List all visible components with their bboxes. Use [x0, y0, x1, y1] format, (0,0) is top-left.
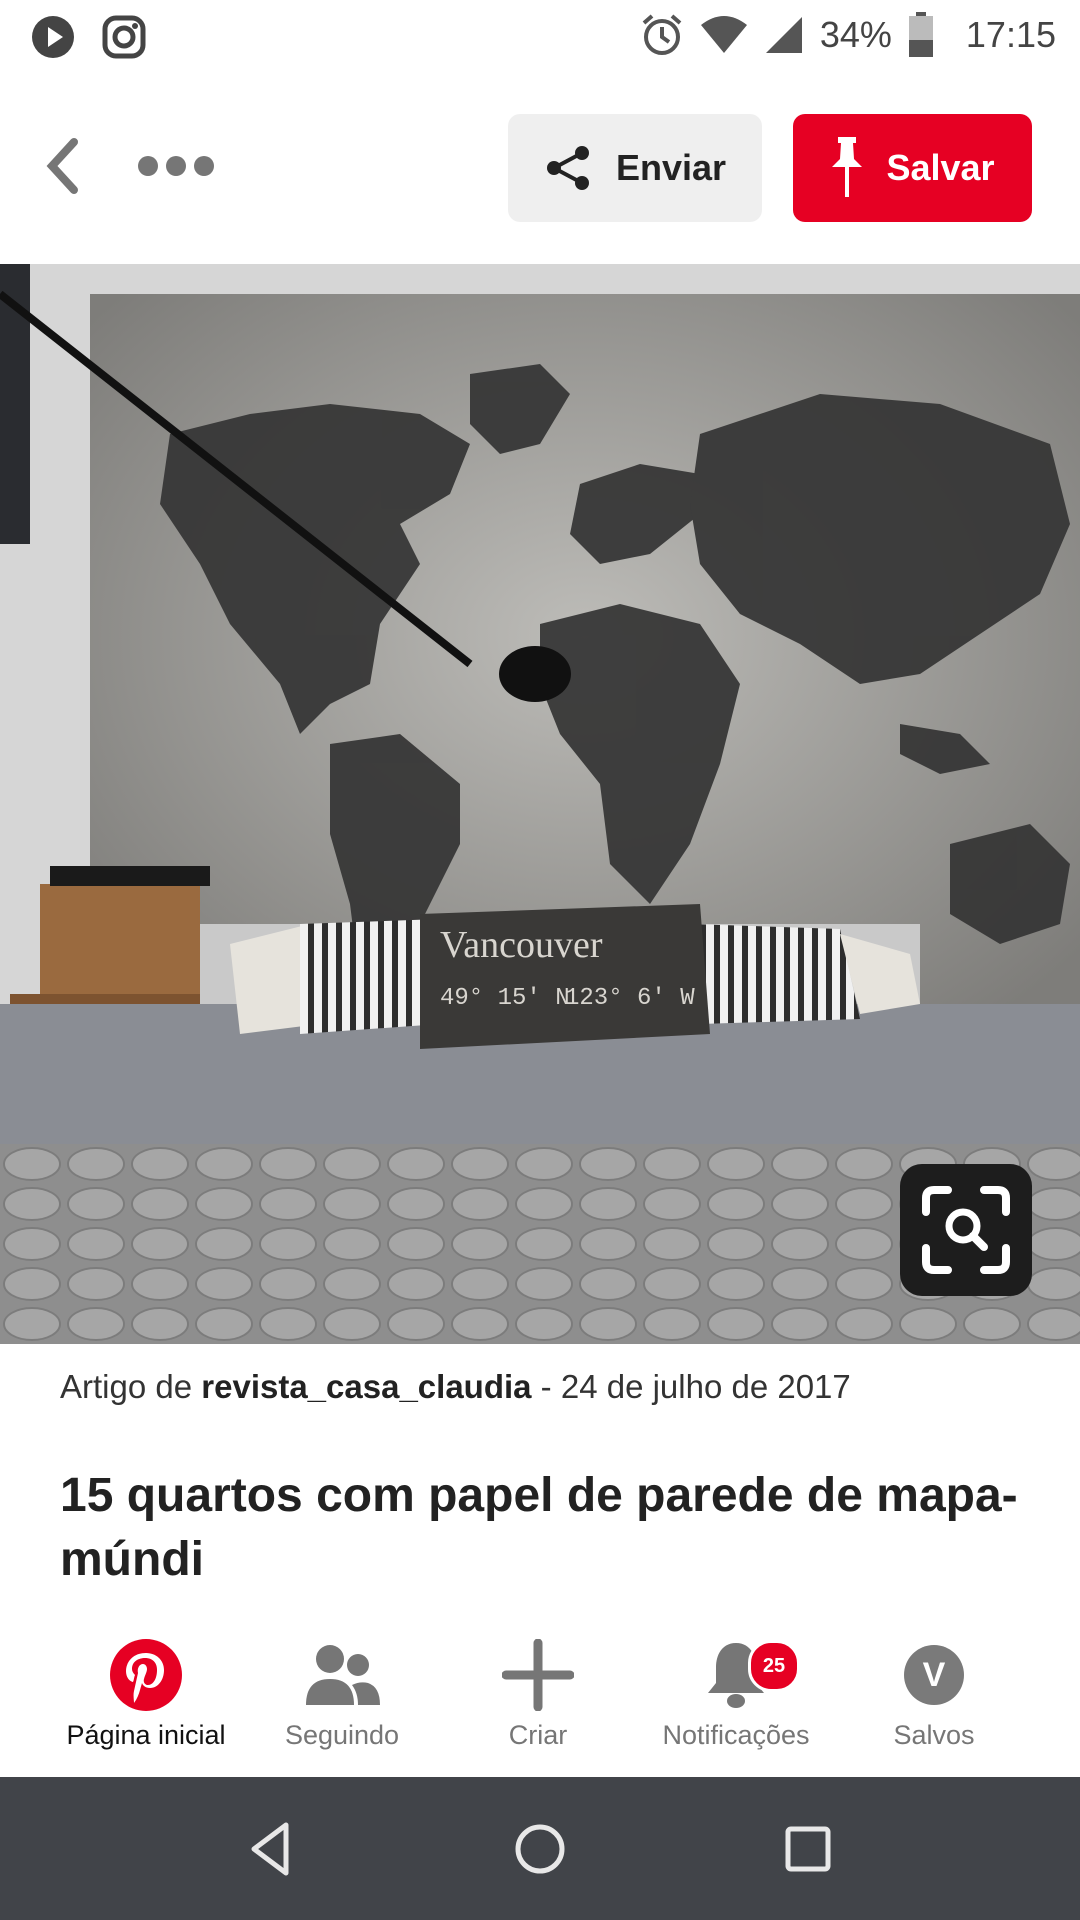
nav-home-label: Página inicial	[66, 1720, 226, 1750]
pillow-text-vancouver: Vancouver	[440, 924, 603, 966]
back-button[interactable]	[40, 136, 90, 196]
wifi-icon	[700, 15, 748, 55]
android-nav-bar	[0, 1777, 1080, 1920]
bottom-nav: Página inicial Seguindo Criar 25 Notific…	[0, 1610, 1080, 1777]
nav-saved-label: Salvos	[893, 1720, 975, 1750]
android-home-button[interactable]	[508, 1817, 572, 1881]
save-button[interactable]: Salvar	[793, 114, 1032, 222]
android-back-button[interactable]	[240, 1817, 304, 1881]
more-icon	[138, 156, 214, 176]
pillow-text-lat: 49° 15′ N	[440, 985, 570, 1012]
lens-search-icon	[922, 1186, 1010, 1274]
battery-percent: 34%	[819, 14, 892, 55]
triangle-back-icon	[251, 1822, 289, 1876]
play-icon	[30, 14, 76, 60]
nav-saved[interactable]: V Salvos	[834, 1630, 1034, 1751]
alarm-icon	[640, 13, 684, 57]
nav-create-label: Criar	[508, 1720, 568, 1750]
android-recents-button[interactable]	[776, 1817, 840, 1881]
send-button[interactable]: Enviar	[508, 114, 762, 222]
pin-title: 15 quartos com papel de parede de mapa-m…	[60, 1469, 1018, 1586]
circle-home-icon	[515, 1824, 565, 1874]
square-recents-icon	[785, 1826, 831, 1872]
save-label: Salvar	[886, 147, 995, 188]
author-link[interactable]: revista_casa_claudia	[201, 1368, 531, 1405]
signal-icon	[764, 15, 804, 55]
nav-create[interactable]: Criar	[438, 1630, 638, 1751]
notification-badge: 25	[748, 1640, 800, 1692]
avatar: V	[904, 1645, 964, 1705]
status-left	[30, 14, 146, 60]
people-icon	[306, 1645, 380, 1705]
visual-search-button[interactable]	[900, 1164, 1032, 1296]
plus-icon	[502, 1639, 574, 1711]
back-icon	[46, 138, 78, 194]
pillow-text-lon: 123° 6′ W	[565, 985, 695, 1012]
nav-notifications-label: Notificações	[662, 1720, 810, 1750]
nav-following[interactable]: Seguindo	[242, 1630, 442, 1751]
pinterest-icon	[110, 1639, 182, 1711]
more-button[interactable]	[138, 154, 214, 178]
status-right: 34% 17:15	[640, 12, 1056, 58]
meta-prefix: Artigo de	[60, 1368, 193, 1405]
clock: 17:15	[965, 14, 1056, 55]
pin-icon	[832, 137, 863, 197]
top-action-bar: Enviar Salvar	[0, 74, 1080, 264]
share-icon	[546, 146, 589, 190]
status-bar: 34% 17:15	[0, 0, 1080, 74]
instagram-icon	[102, 15, 146, 59]
battery-icon	[908, 12, 934, 58]
nav-home[interactable]: Página inicial	[46, 1630, 246, 1751]
send-label: Enviar	[615, 147, 727, 188]
nav-notifications[interactable]: 25 Notificações	[636, 1630, 836, 1751]
nav-following-label: Seguindo	[284, 1720, 400, 1750]
pin-meta: Artigo de revista_casa_claudia - 24 de j…	[60, 1368, 851, 1406]
publish-date: - 24 de julho de 2017	[531, 1368, 851, 1405]
